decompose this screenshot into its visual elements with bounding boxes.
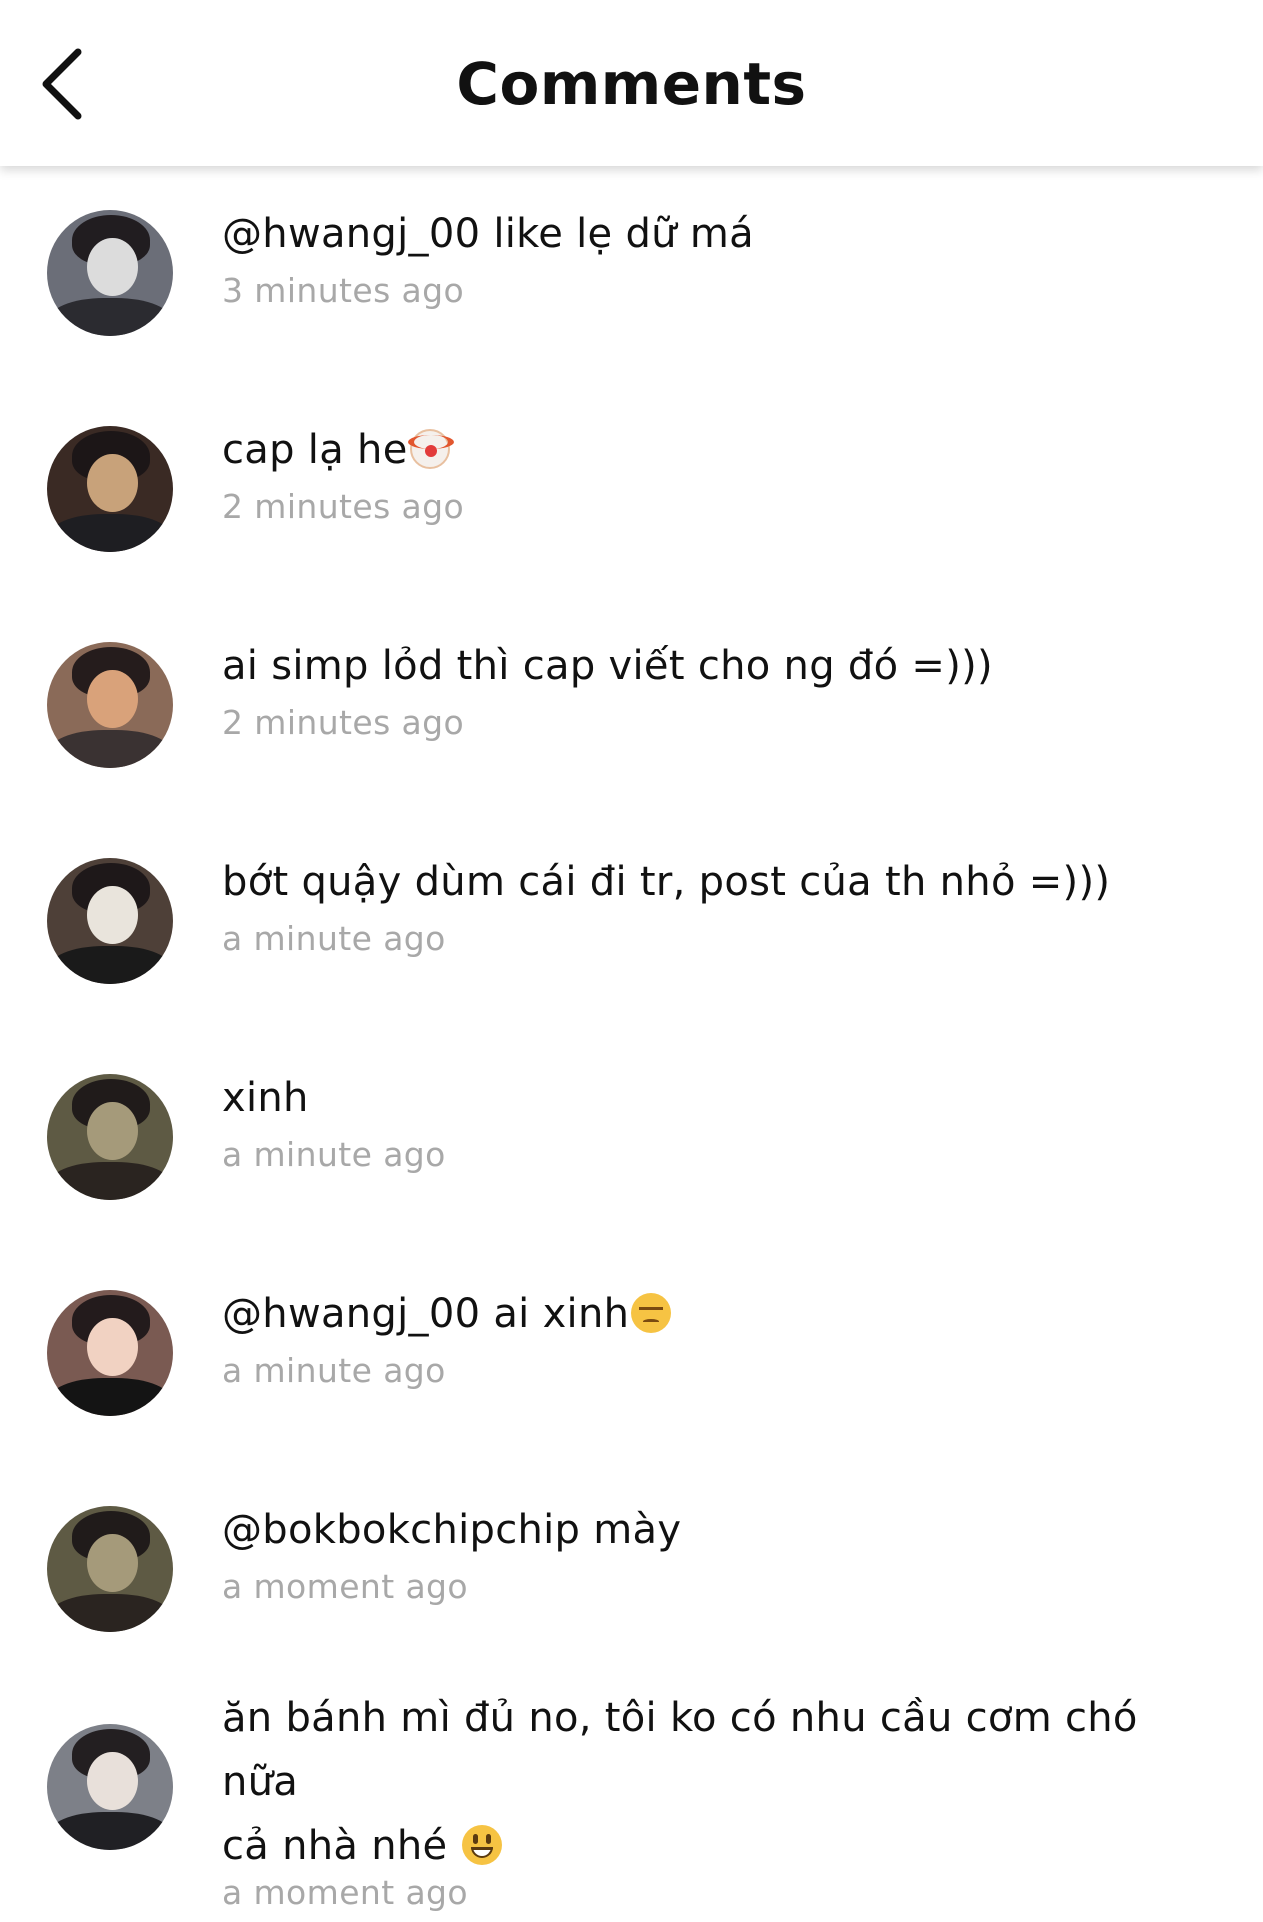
comment-list: @hwangj_00 like lẹ dữ má 3 minutes ago c… (0, 166, 1263, 1920)
comment-timestamp: 2 minutes ago (222, 703, 465, 742)
comment-timestamp: a minute ago (222, 1135, 446, 1174)
comment-item[interactable]: ai simp lỏd thì cap viết cho ng đó =))) … (0, 642, 1263, 792)
comment-timestamp: 3 minutes ago (222, 271, 465, 310)
comment-text: cap lạ he (222, 418, 1222, 482)
comment-item[interactable]: @bokbokchipchip mày a moment ago (0, 1506, 1263, 1656)
comment-timestamp: a moment ago (222, 1567, 468, 1606)
comment-text: ai simp lỏd thì cap viết cho ng đó =))) (222, 643, 993, 689)
comment-timestamp: a minute ago (222, 1351, 446, 1390)
avatar[interactable] (47, 1074, 173, 1200)
page-title: Comments (456, 50, 807, 118)
avatar[interactable] (47, 1506, 173, 1632)
comment-text: @hwangj_00 ai xinh (222, 1282, 1222, 1346)
avatar[interactable] (47, 858, 173, 984)
avatar[interactable] (47, 210, 173, 336)
avatar[interactable] (47, 642, 173, 768)
comment-item[interactable]: cap lạ he 2 minutes ago (0, 426, 1263, 576)
avatar[interactable] (47, 426, 173, 552)
comment-timestamp: 2 minutes ago (222, 487, 465, 526)
comment-item[interactable]: @hwangj_00 ai xinh a minute ago (0, 1290, 1263, 1440)
comment-item[interactable]: xinh a minute ago (0, 1074, 1263, 1224)
comment-timestamp: a moment ago (222, 1873, 468, 1912)
comment-text: bớt quậy dùm cái đi tr, post của th nhỏ … (222, 859, 1111, 905)
comment-text: @hwangj_00 like lẹ dữ má (222, 211, 754, 257)
grinning-face-emoji-icon (462, 1825, 503, 1865)
unamused-face-emoji-icon (631, 1293, 672, 1333)
comment-text: @bokbokchipchip mày (222, 1507, 682, 1553)
comment-item[interactable]: ăn bánh mì đủ no, tôi ko có nhu cầu cơm … (0, 1695, 1263, 1922)
comment-item[interactable]: @hwangj_00 like lẹ dữ má 3 minutes ago (0, 210, 1263, 360)
comment-timestamp: a minute ago (222, 919, 446, 958)
comment-item[interactable]: bớt quậy dùm cái đi tr, post của th nhỏ … (0, 858, 1263, 1008)
comment-text: xinh (222, 1075, 309, 1121)
avatar[interactable] (47, 1290, 173, 1416)
avatar[interactable] (47, 1724, 173, 1850)
header-bar: Comments (0, 0, 1263, 166)
clown-face-emoji-icon (407, 429, 454, 469)
comment-text: ăn bánh mì đủ no, tôi ko có nhu cầu cơm … (222, 1695, 1138, 1869)
